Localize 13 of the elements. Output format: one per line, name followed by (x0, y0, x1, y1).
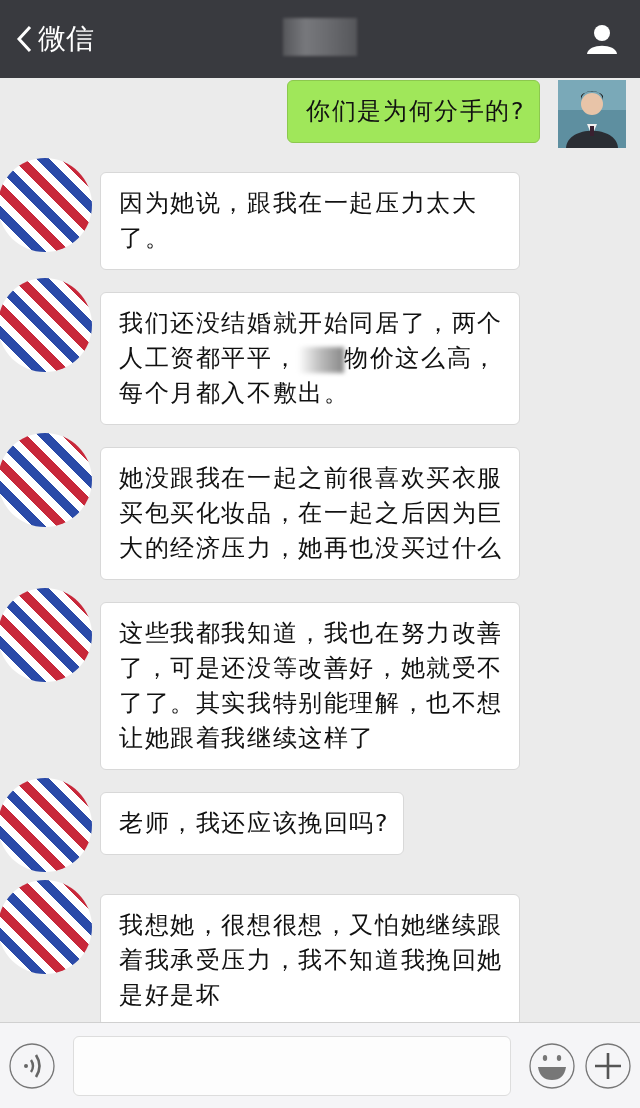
message-bubble: 我想她，很想很想，又怕她继续跟着我承受压力，我不知道我挽回她是好是坏 (100, 894, 520, 1022)
message-bubble: 老师，我还应该挽回吗? (100, 792, 405, 855)
voice-icon[interactable] (9, 1042, 55, 1089)
message-bubble: 我们还没结婚就开始同居了，两个人工资都平平， 物价这么高，每个月都入不敷出。 (100, 292, 520, 425)
person-icon[interactable] (586, 24, 618, 54)
message-input-field[interactable] (73, 1035, 511, 1096)
plus-icon[interactable] (585, 1042, 631, 1089)
message-bubble: 你们是为何分手的? (287, 80, 540, 143)
message-bubble: 因为她说，跟我在一起压力太大了。 (100, 172, 520, 270)
smiley-icon[interactable] (529, 1042, 575, 1089)
message-bubble: 她没跟我在一起之前很喜欢买衣服买包买化妆品，在一起之后因为巨大的经济压力，她再也没买过什么 (100, 447, 520, 580)
back-button[interactable]: 微信 (16, 20, 94, 58)
message-bubble: 这些我都我知道，我也在努力改善了，可是还没等改善好，她就受不了了。其实我特别能理解，也不想让她跟着我继续这样了 (100, 602, 520, 770)
